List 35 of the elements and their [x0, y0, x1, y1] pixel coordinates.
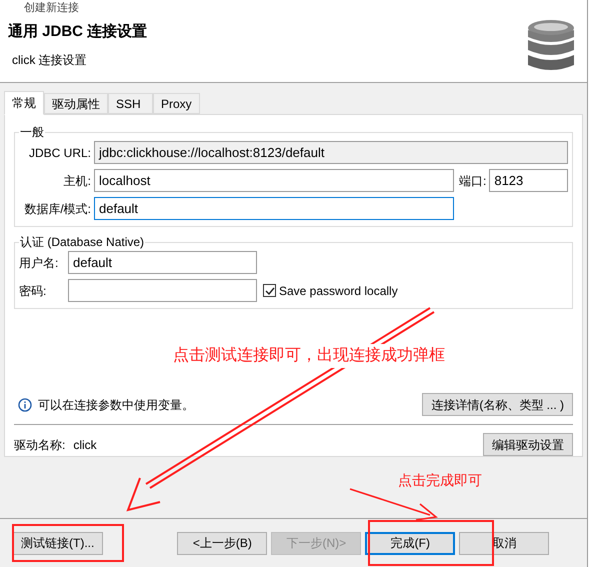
tab[interactable]: 驱动属性 — [44, 93, 108, 114]
info-text: 可以在连接参数中使用变量。 — [38, 396, 194, 414]
annotation-text: 点击完成即可 — [398, 471, 482, 490]
database-field[interactable]: default — [94, 197, 454, 220]
dialog-subtitle: click 连接设置 — [12, 52, 88, 68]
driver-name: click — [73, 436, 97, 454]
username-field[interactable]: default — [68, 251, 257, 274]
wizard-button[interactable]: 完成(F) — [365, 532, 456, 554]
field-label: 主机: — [62, 172, 91, 190]
annotation-text: 点击测试连接即可，出现连接成功弹框 — [173, 344, 445, 368]
jdbc-url-field[interactable]: jdbc:clickhouse://localhost:8123/default — [94, 141, 568, 164]
field-label: 数据库/模式: — [23, 200, 91, 218]
test-connection-button[interactable]: 测试链接(T)... — [12, 532, 104, 554]
connection-details-button[interactable]: 连接详情(名称、类型 ... ) — [422, 393, 573, 416]
port-field[interactable]: 8123 — [489, 169, 568, 192]
window-title: 创建新连接 — [24, 0, 79, 16]
driver-label: 驱动名称: — [14, 436, 66, 454]
checkbox-label: Save password locally — [279, 282, 398, 300]
wizard-button[interactable]: <上一步(B) — [177, 532, 268, 554]
dialog-title: 通用 JDBC 连接设置 — [8, 22, 148, 42]
group-label: 认证 (Database Native) — [19, 234, 146, 251]
password-field[interactable] — [68, 279, 257, 302]
field-label: 用户名: — [19, 254, 60, 272]
tab[interactable]: SSH — [108, 93, 153, 114]
database-icon — [527, 19, 575, 73]
host-field[interactable]: localhost — [94, 169, 454, 192]
group-label: 一般 — [19, 124, 45, 141]
field-label: JDBC URL: — [28, 144, 91, 162]
edit-driver-button[interactable]: 编辑驱动设置 — [483, 433, 573, 456]
checkbox[interactable] — [263, 284, 276, 297]
field-label: 端口: — [459, 172, 486, 190]
tab[interactable]: Proxy — [153, 93, 200, 114]
field-label: 密码: — [19, 282, 48, 300]
info-icon — [18, 398, 32, 412]
tab[interactable]: 常规 — [4, 91, 44, 115]
